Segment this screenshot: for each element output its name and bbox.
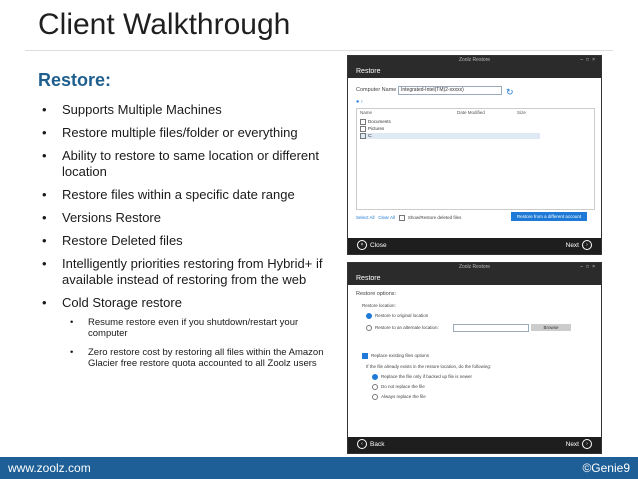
slide-footer: www.zoolz.com ©Genie9 [0, 457, 638, 479]
window-header: Restore [348, 65, 601, 78]
alternate-path-input[interactable] [453, 324, 529, 332]
option-replace-newer[interactable]: Replace the file only if backed up file … [372, 374, 472, 380]
feature-item: Intelligently priorities restoring from … [38, 256, 338, 288]
window-footer: × Close Next › [348, 238, 601, 254]
browse-button[interactable]: Browse [531, 324, 571, 331]
close-button[interactable]: × Close [354, 238, 387, 254]
restore-different-account-button[interactable]: Restore from a different account [511, 212, 587, 221]
tree-item-label: C: [368, 133, 373, 139]
back-arrow-icon: ‹ [357, 439, 367, 450]
option-label: Always replace the file [381, 394, 426, 400]
option-original-location[interactable]: Restore to original location [366, 313, 428, 319]
checkbox-icon[interactable] [360, 119, 366, 125]
feature-item: Supports Multiple Machines [38, 102, 338, 118]
file-tree: Name Date Modified Size Documents Pictur… [356, 108, 595, 210]
checkbox-icon[interactable] [360, 133, 366, 139]
feature-item: Restore Deleted files [38, 233, 338, 249]
home-icon[interactable]: ● › [356, 99, 363, 105]
sub-feature-item: Zero restore cost by restoring all files… [62, 347, 338, 369]
restore-location-label: Restore location: [362, 303, 396, 308]
feature-item: Ability to restore to same location or d… [38, 148, 338, 180]
checkbox-icon[interactable] [362, 353, 368, 359]
option-label: Restore to an alternate location: [375, 325, 439, 331]
back-label: Back [370, 441, 385, 448]
next-label: Next [565, 441, 579, 448]
next-label: Next [565, 242, 579, 249]
radio-icon[interactable] [372, 394, 378, 400]
close-icon: × [357, 240, 367, 251]
radio-icon[interactable] [366, 325, 372, 331]
feature-item: Cold Storage restore Resume restore even… [38, 295, 338, 369]
section-heading: Restore: [38, 70, 112, 90]
slide-title: Client Walkthrough [38, 8, 291, 41]
show-deleted-option[interactable]: Show/Restore deleted files [398, 215, 462, 221]
window-header: Restore [348, 272, 601, 285]
radio-icon[interactable] [372, 384, 378, 390]
replace-options-toggle[interactable]: Replace existing files options [362, 353, 429, 359]
show-deleted-label: Show/Restore deleted files [407, 215, 462, 221]
next-button[interactable]: Next › [566, 437, 595, 453]
next-button[interactable]: Next › [566, 238, 595, 254]
tree-item-label: Documents [368, 119, 391, 125]
replace-description: If the file already exists in the restor… [366, 364, 492, 369]
column-header-name: Name [360, 110, 373, 115]
restore-options-heading: Restore options: [356, 291, 397, 297]
feature-list: Supports Multiple Machines Restore multi… [38, 102, 338, 377]
window-controls-icon[interactable]: –□× [580, 263, 598, 272]
restore-options-window-screenshot: Zoolz Restore –□× Restore Restore option… [347, 262, 602, 454]
radio-icon[interactable] [372, 374, 378, 380]
window-titlebar: Zoolz Restore –□× [348, 263, 601, 272]
copyright-text: ©Genie9 [582, 461, 630, 475]
tree-item-label: Pictures [368, 126, 385, 132]
sub-feature-list: Resume restore even if you shutdown/rest… [62, 317, 338, 369]
restore-window-screenshot: Zoolz Restore –□× Restore Computer Name … [347, 55, 602, 255]
checkbox-icon[interactable] [398, 215, 405, 221]
website-link[interactable]: www.zoolz.com [8, 457, 91, 479]
sub-feature-item: Resume restore even if you shutdown/rest… [62, 317, 338, 339]
selection-links: Select All Clear All Show/Restore delete… [356, 215, 461, 221]
tree-item[interactable]: Pictures [360, 126, 384, 132]
refresh-icon[interactable]: ↻ [506, 87, 514, 98]
feature-item: Restore multiple files/folder or everyth… [38, 125, 338, 141]
tree-item[interactable]: C: [360, 133, 540, 139]
computer-name-label: Computer Name [356, 87, 397, 93]
window-app-title: Zoolz Restore [458, 264, 491, 270]
radio-icon[interactable] [366, 313, 372, 319]
select-all-link[interactable]: Select All [356, 215, 375, 220]
feature-item: Restore files within a specific date ran… [38, 187, 338, 203]
window-controls-icon[interactable]: –□× [580, 56, 598, 65]
window-app-title: Zoolz Restore [458, 57, 491, 63]
column-header-date: Date Modified [457, 110, 485, 115]
option-label: Replace the file only if backed up file … [381, 374, 473, 380]
replace-options-label: Replace existing files options [371, 353, 430, 359]
feature-item: Versions Restore [38, 210, 338, 226]
option-label: Restore to original location [375, 313, 429, 319]
clear-all-link[interactable]: Clear All [378, 215, 395, 220]
close-label: Close [370, 242, 387, 249]
option-alternate-location[interactable]: Restore to an alternate location: [366, 325, 439, 331]
window-footer: ‹ Back Next › [348, 437, 601, 453]
column-header-size: Size [517, 110, 526, 115]
next-arrow-icon: › [582, 240, 592, 251]
option-do-not-replace[interactable]: Do not replace the file [372, 384, 425, 390]
tree-item[interactable]: Documents [360, 119, 391, 125]
option-always-replace[interactable]: Always replace the file [372, 394, 426, 400]
option-label: Do not replace the file [381, 384, 425, 390]
computer-name-select[interactable]: Integrated-Intel(TM)2-xxxxx) [398, 86, 502, 95]
feature-label: Cold Storage restore [62, 295, 182, 310]
back-button[interactable]: ‹ Back [354, 437, 384, 453]
next-arrow-icon: › [582, 439, 592, 450]
checkbox-icon[interactable] [360, 126, 366, 132]
title-divider [25, 50, 613, 51]
window-titlebar: Zoolz Restore –□× [348, 56, 601, 65]
